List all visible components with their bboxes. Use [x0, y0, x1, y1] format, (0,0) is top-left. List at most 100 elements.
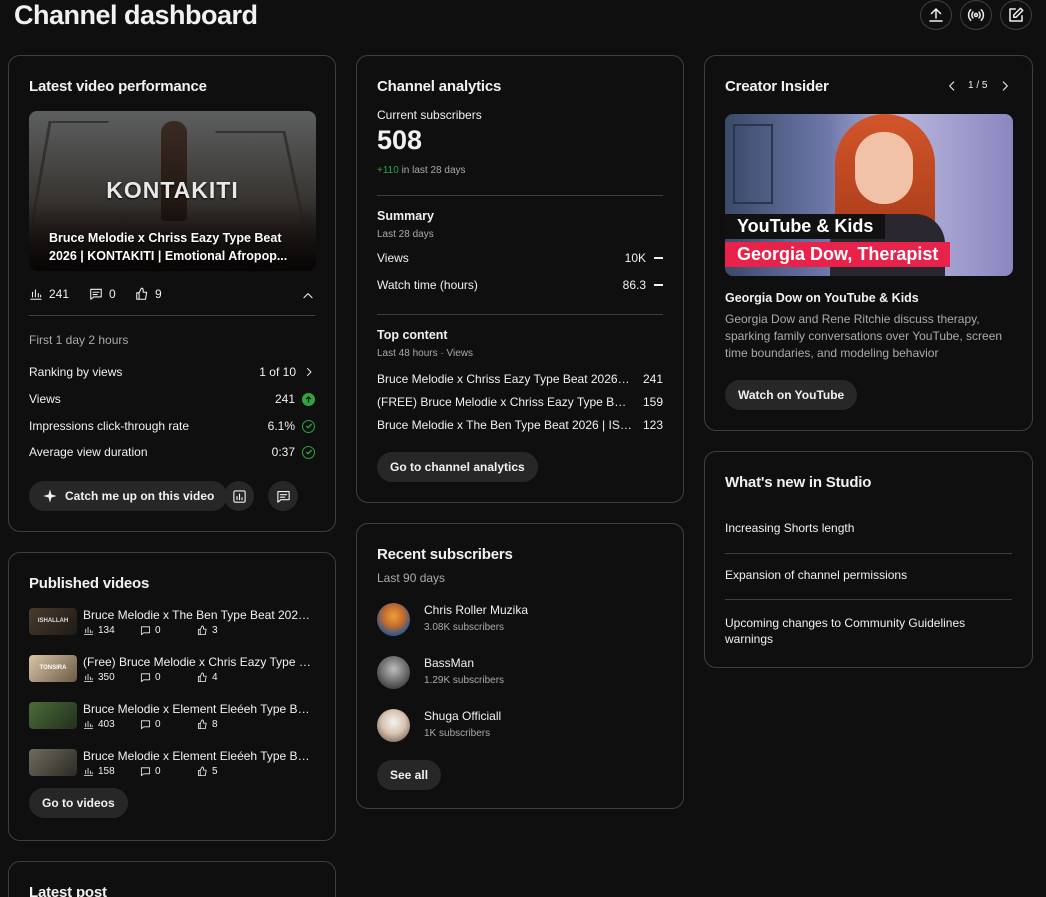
create-post-icon [1009, 7, 1024, 22]
row-title: Bruce Melodie x The Ben Type Beat 2026 |… [377, 418, 632, 432]
upload-button[interactable] [920, 0, 952, 30]
published-videos-card: Published videos ISHALLAH Bruce Melodie … [8, 552, 336, 841]
catch-me-up-label: Catch me up on this video [65, 489, 215, 503]
subscriber-count: 1K subscribers [424, 728, 491, 739]
video-thumbnail [29, 702, 77, 729]
subscriber-name: BassMan [424, 656, 475, 670]
pager: 1 / 5 [968, 80, 988, 91]
card-title: Latest post [29, 884, 107, 897]
insider-thumbnail[interactable]: YouTube & Kids Georgia Dow, Therapist [725, 114, 1013, 276]
create-post-button[interactable] [1000, 0, 1032, 30]
avd-row: Average view duration 0:37 [29, 445, 315, 459]
latest-video-card: Latest video performance KONTAKITI Bruce… [8, 55, 336, 532]
top-content-title: Top content [377, 328, 448, 342]
latest-video-thumbnail[interactable]: KONTAKITI Bruce Melodie x Chriss Eazy Ty… [29, 111, 316, 271]
video-stats: 158 0 5 [83, 766, 254, 777]
summary-row-watch-time: Watch time (hours) 86.3 [377, 278, 663, 292]
avatar [377, 603, 410, 636]
comments-button[interactable] [268, 481, 298, 511]
latest-video-title[interactable]: Bruce Melodie x Chriss Eazy Type Beat 20… [49, 229, 296, 265]
card-title: What's new in Studio [725, 474, 872, 491]
sparkle-icon [43, 489, 57, 503]
avatar [377, 709, 410, 742]
published-video-item[interactable]: TONSIRA (Free) Bruce Melodie x Chris Eaz… [29, 655, 315, 685]
row-views: 123 [642, 418, 663, 432]
bar-chart-icon [83, 767, 94, 777]
chevron-up-icon[interactable] [301, 289, 315, 303]
summary-title: Summary [377, 209, 434, 223]
insider-description: Georgia Dow and Rene Ritchie discuss the… [725, 312, 1003, 360]
video-thumbnail [29, 749, 77, 776]
watch-on-youtube-button[interactable]: Watch on YouTube [725, 380, 858, 410]
published-video-item[interactable]: Bruce Melodie x Element Eleéeh Type Beat… [29, 702, 315, 732]
arrow-up-icon [302, 392, 315, 406]
thumbs-up-icon [197, 625, 207, 636]
subscriber-count: 1.29K subscribers [424, 675, 505, 686]
subscriber-name: Shuga Officiall [424, 709, 502, 723]
published-video-item[interactable]: ISHALLAH Bruce Melodie x The Ben Type Be… [29, 608, 315, 638]
row-views: 159 [642, 395, 663, 409]
subscribers-label: Current subscribers [377, 108, 482, 122]
ranking-row[interactable]: Ranking by views 1 of 10 [29, 365, 315, 379]
video-title: Bruce Melodie x Element Eleéeh Type Beat… [83, 702, 315, 716]
subscribers-value: 508 [377, 125, 423, 155]
row-title: Bruce Melodie x Chriss Eazy Type Beat 20… [377, 372, 632, 386]
see-all-button[interactable]: See all [377, 760, 442, 790]
thumbs-up-icon [136, 287, 148, 300]
row-views: 241 [642, 372, 663, 386]
bar-chart-icon [83, 673, 94, 683]
subscriber-item[interactable]: Shuga Officiall 1K subscribers [377, 709, 663, 745]
top-content-row[interactable]: Bruce Melodie x The Ben Type Beat 2026 |… [377, 418, 663, 432]
comment-icon [90, 288, 102, 300]
thumbnail-line1: YouTube & Kids [725, 214, 886, 239]
channel-analytics-card: Channel analytics Current subscribers 50… [356, 55, 684, 503]
row-label: Watch time (hours) [377, 278, 478, 292]
ctr-row: Impressions click-through rate 6.1% [29, 419, 315, 433]
go-to-videos-button[interactable]: Go to videos [29, 788, 128, 818]
published-video-item[interactable]: Bruce Melodie x Element Eleéeh Type Beat… [29, 749, 315, 779]
insider-headline: Georgia Dow on YouTube & Kids [725, 291, 919, 305]
comments-stat: 0 [89, 287, 116, 301]
video-thumbnail: TONSIRA [29, 655, 77, 682]
live-icon [967, 9, 985, 21]
avatar [377, 656, 410, 689]
whats-new-item[interactable]: Upcoming changes to Community Guidelines… [725, 615, 990, 647]
row-value: 0:37 [271, 445, 295, 459]
analytics-icon [232, 489, 246, 503]
go-to-analytics-button[interactable]: Go to channel analytics [377, 452, 538, 482]
card-title: Latest video performance [29, 78, 207, 95]
bar-chart-icon [83, 626, 94, 636]
whats-new-item[interactable]: Increasing Shorts length [725, 521, 854, 535]
header-actions [920, 0, 1032, 30]
subscriber-item[interactable]: Chris Roller Muzika 3.08K subscribers [377, 603, 663, 639]
views-stat: 241 [29, 287, 69, 301]
whats-new-item[interactable]: Expansion of channel permissions [725, 568, 907, 582]
subscriber-item[interactable]: BassMan 1.29K subscribers [377, 656, 663, 692]
row-value: 1 of 10 [259, 365, 296, 379]
chevron-right-icon[interactable] [998, 79, 1012, 93]
recent-subscribers-card: Recent subscribers Last 90 days Chris Ro… [356, 523, 684, 809]
divider [725, 553, 1012, 554]
top-content-row[interactable]: (FREE) Bruce Melodie x Chriss Eazy Type … [377, 395, 663, 409]
check-circle-icon [302, 445, 315, 459]
row-label: Views [377, 251, 409, 265]
comment-icon [140, 626, 151, 636]
chevron-right-icon [307, 368, 312, 376]
row-value: 241 [274, 392, 295, 406]
go-live-button[interactable] [960, 0, 992, 30]
thumbs-up-icon [197, 719, 207, 730]
video-title: Bruce Melodie x Element Eleéeh Type Beat… [83, 749, 315, 763]
row-label: Views [29, 392, 61, 406]
likes-count: 9 [155, 287, 162, 301]
thumbnail-line2: Georgia Dow, Therapist [725, 242, 951, 267]
chevron-left-icon[interactable] [945, 79, 959, 93]
page-title: Channel dashboard [14, 0, 258, 30]
subscriber-count: 3.08K subscribers [424, 622, 505, 633]
dash-icon [654, 257, 663, 259]
video-stats: 403 0 8 [83, 719, 254, 730]
analytics-button[interactable] [224, 481, 254, 511]
catch-me-up-button[interactable]: Catch me up on this video [29, 481, 228, 511]
thumbnail-text: KONTAKITI [106, 177, 239, 203]
top-content-row[interactable]: Bruce Melodie x Chriss Eazy Type Beat 20… [377, 372, 663, 386]
comment-icon [140, 767, 151, 777]
